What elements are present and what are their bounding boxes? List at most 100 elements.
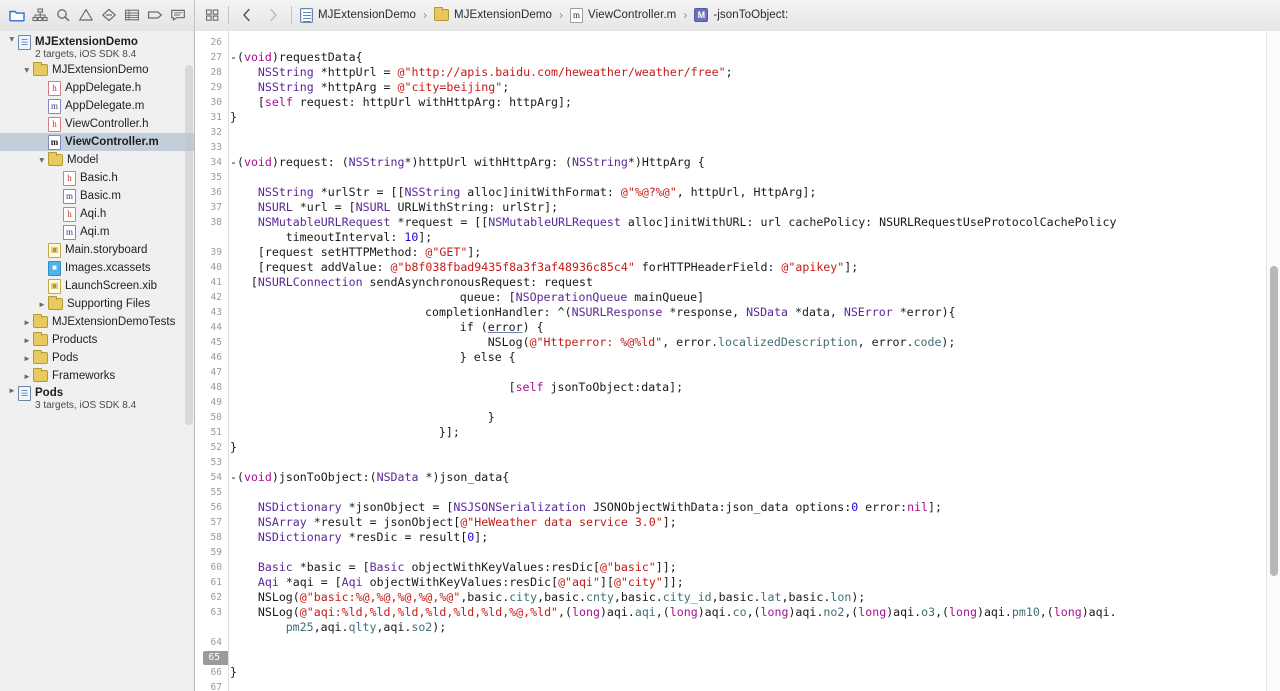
code-line[interactable]: NSDictionary *resDic = result[0]; [258,530,488,545]
navigator-item-launchscreen-xib[interactable]: ▣ LaunchScreen.xib [0,277,194,295]
toolbar-divider-2 [291,6,292,24]
code-content[interactable]: -(void)requestData{NSString *httpUrl = @… [230,31,1276,691]
disclosure-triangle[interactable]: ► [36,156,48,165]
code-line[interactable]: pm25,aqi.qlty,aqi.so2); [286,620,447,635]
scrollbar-thumb[interactable] [1270,266,1278,576]
hierarchy-icon[interactable] [29,5,50,25]
navigator-item-mjextensiondemo[interactable]: ► ☰ MJExtensionDemo 2 targets, iOS SDK 8.4 [0,34,194,61]
code-line[interactable]: -(void)jsonToObject:(NSData *)json_data{ [230,470,509,485]
navigator-item-aqi-h[interactable]: h Aqi.h [0,205,194,223]
code-line[interactable]: NSMutableURLRequest *request = [[NSMutab… [258,215,1117,230]
breadcrumb-item-group[interactable]: MJExtensionDemo [431,4,555,26]
line-number: 31 [210,112,222,123]
navigator-item-images-xcassets[interactable]: ■ Images.xcassets [0,259,194,277]
disclosure-triangle[interactable]: ► [21,372,33,381]
code-line[interactable]: NSLog(@"basic:%@,%@,%@,%@,%@",basic.city… [258,590,865,605]
line-number: 40 [210,262,222,273]
code-line[interactable]: -(void)request: (NSString*)httpUrl withH… [230,155,705,170]
report-bubble-icon[interactable] [167,5,188,25]
navigator-item-model[interactable]: ► Model [0,151,194,169]
breadcrumb-item-project[interactable]: MJExtensionDemo [297,4,419,26]
navigator-item-appdelegate-m[interactable]: m AppDelegate.m [0,97,194,115]
source-editor[interactable]: 26 27 28 29 30 31 32 33 34 35 36 37 38 39 40 41 42 43 44 45… [196,31,1280,691]
project-doc-icon [300,7,313,23]
breadcrumb-label: MJExtensionDemo [318,9,417,21]
code-line[interactable]: NSArray *result = jsonObject[@"HeWeather… [258,515,677,530]
navigator-item-mjextensiondemotests[interactable]: ► MJExtensionDemoTests [0,313,194,331]
line-number: 59 [210,547,222,558]
code-line[interactable]: [NSURLConnection sendAsynchronousRequest… [251,275,593,290]
folder-icon [48,151,63,166]
disclosure-triangle[interactable]: ► [6,386,18,395]
line-number: 49 [210,397,222,408]
code-line[interactable]: } [488,410,495,425]
disclosure-triangle[interactable]: ► [21,354,33,363]
navigator-item-basic-m[interactable]: m Basic.m [0,187,194,205]
code-line[interactable]: Aqi *aqi = [Aqi objectWithKeyValues:resD… [258,575,684,590]
line-number: 32 [210,127,222,138]
navigator-item-frameworks[interactable]: ► Frameworks [0,367,194,385]
code-line[interactable]: NSURL *url = [NSURL URLWithString: urlSt… [258,200,558,215]
code-line[interactable]: Basic *basic = [Basic objectWithKeyValue… [258,560,677,575]
line-number-gutter: 26 27 28 29 30 31 32 33 34 35 36 37 38 39 40 41 42 43 44 45… [196,31,229,691]
code-line[interactable]: [request addValue: @"b8f038fbad9435f8a3f… [258,260,858,275]
forward-button[interactable] [260,4,286,26]
navigator-item-viewcontroller-h[interactable]: h ViewController.h [0,115,194,133]
code-line[interactable]: } else { [460,350,516,365]
navigator-item-main-storyboard[interactable]: ▣ Main.storyboard [0,241,194,259]
disclosure-triangle[interactable]: ► [6,35,18,44]
breadcrumb-separator: › [559,8,564,22]
code-line[interactable]: if (error) { [460,320,544,335]
search-icon[interactable] [52,5,73,25]
code-line[interactable]: NSString *urlStr = [[NSString alloc]init… [258,185,816,200]
navigator-item-basic-h[interactable]: h Basic.h [0,169,194,187]
code-line[interactable]: }]; [439,425,460,440]
project-navigator[interactable]: ► ☰ MJExtensionDemo 2 targets, iOS SDK 8.4 ►… [0,31,195,691]
code-line[interactable]: queue: [NSOperationQueue mainQueue] [460,290,704,305]
navigator-item-products[interactable]: ► Products [0,331,194,349]
code-line[interactable]: [self request: httpUrl withHttpArg: http… [258,95,572,110]
folder-icon[interactable] [6,5,27,25]
navigator-item-supporting-files[interactable]: ► Supporting Files [0,295,194,313]
breadcrumb-item-symbol[interactable]: -jsonToObject: [691,4,791,26]
project-icon: ☰ [18,386,31,401]
navigator-item-appdelegate-h[interactable]: h AppDelegate.h [0,79,194,97]
line-number: 34 [210,157,222,168]
debug-list-icon[interactable] [121,5,142,25]
code-line[interactable]: [request setHTTPMethod: @"GET"]; [258,245,481,260]
code-line[interactable]: NSString *httpArg = @"city=beijing"; [258,80,509,95]
navigator-item-mjextensiondemo[interactable]: ► MJExtensionDemo [0,61,194,79]
code-line[interactable]: } [230,665,237,680]
navigator-item-label: Basic.m [80,190,121,202]
breakpoint-tag-icon[interactable] [144,5,165,25]
disclosure-triangle[interactable]: ► [21,336,33,345]
editor-vertical-scrollbar[interactable] [1266,31,1280,691]
code-line[interactable]: -(void)requestData{ [230,50,363,65]
navigator-item-viewcontroller-m[interactable]: m ViewController.m [0,133,194,151]
warning-icon[interactable] [75,5,96,25]
disclosure-triangle[interactable]: ► [21,66,33,75]
code-line[interactable]: } [230,440,237,455]
code-line[interactable]: timeoutInterval: 10]; [286,230,433,245]
code-line[interactable]: NSLog(@"Httperror: %@%ld", error.localiz… [488,335,956,350]
navigator-item-pods[interactable]: ► ☰ Pods 3 targets, iOS SDK 8.4 [0,385,194,412]
code-line[interactable]: [self jsonToObject:data]; [509,380,684,395]
navigator-item-aqi-m[interactable]: m Aqi.m [0,223,194,241]
line-number: 64 [210,637,222,648]
line-number: 63 [210,607,222,618]
code-line[interactable]: } [230,110,237,125]
line-number: 50 [210,412,222,423]
back-button[interactable] [234,4,260,26]
navigator-item-label: ViewController.h [65,118,149,130]
test-diamond-icon[interactable] [98,5,119,25]
navigator-scrollbar-thumb[interactable] [185,65,193,425]
breadcrumb-item-file[interactable]: ViewController.m [567,4,679,26]
code-line[interactable]: NSDictionary *jsonObject = [NSJSONSerial… [258,500,942,515]
related-items-grid-icon[interactable] [202,5,223,25]
disclosure-triangle[interactable]: ► [21,318,33,327]
code-line[interactable]: NSString *httpUrl = @"http://apis.baidu.… [258,65,733,80]
code-line[interactable]: NSLog(@"aqi:%ld,%ld,%ld,%ld,%ld,%ld,%@,%… [258,605,1117,620]
disclosure-triangle[interactable]: ► [36,300,48,309]
code-line[interactable]: completionHandler: ^(NSURLResponse *resp… [425,305,956,320]
navigator-item-pods[interactable]: ► Pods [0,349,194,367]
